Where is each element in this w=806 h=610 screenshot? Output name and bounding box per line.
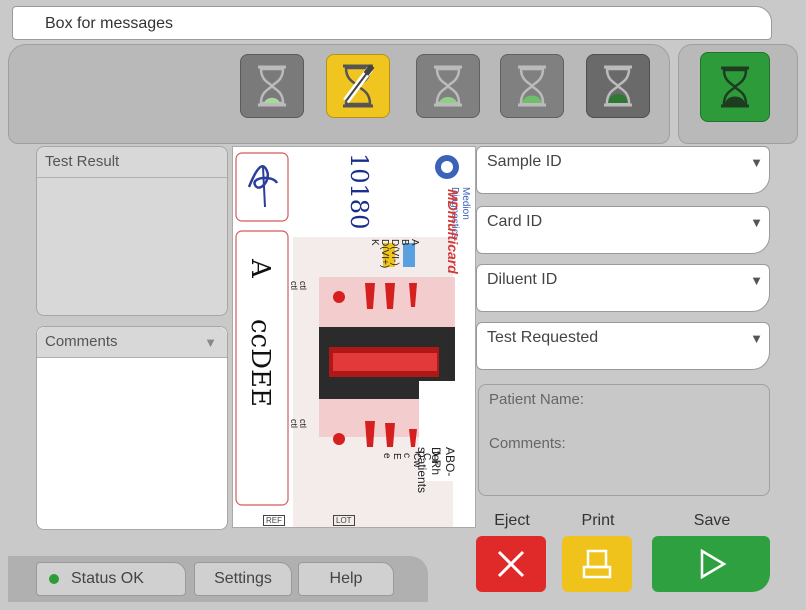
card-id-field[interactable]: Card ID ▼ bbox=[476, 206, 770, 254]
card-col-label: D(VI+) bbox=[379, 239, 390, 269]
card-col-label: E bbox=[391, 453, 402, 460]
test-card-image: 10180 Medion Diagnostics MDmulticard ABO… bbox=[232, 146, 476, 528]
hourglass-icon bbox=[518, 65, 546, 107]
status-label: Status OK bbox=[71, 570, 144, 587]
card-col-label: K bbox=[369, 239, 380, 246]
tab-help[interactable]: Help bbox=[298, 562, 394, 596]
card-ctl-label: ctl bbox=[289, 281, 299, 290]
hourglass-icon bbox=[721, 66, 749, 108]
card-number: 10180 bbox=[345, 153, 373, 230]
comments-title: Comments bbox=[45, 333, 118, 350]
card-phenotype: ccDEE bbox=[245, 319, 275, 407]
help-tab-label: Help bbox=[329, 570, 363, 587]
status-tab[interactable]: Status OK bbox=[36, 562, 186, 596]
printer-icon bbox=[582, 549, 612, 579]
chevron-down-icon[interactable]: ▼ bbox=[750, 155, 763, 170]
hourglass-icon bbox=[434, 65, 462, 107]
step-3-button[interactable] bbox=[416, 54, 480, 118]
step-6-button[interactable] bbox=[700, 52, 770, 122]
card-col-label: A bbox=[409, 239, 420, 246]
card-col-label: c bbox=[401, 453, 412, 458]
diluent-id-label: Diluent ID bbox=[487, 271, 558, 288]
eject-label: Eject bbox=[494, 512, 530, 529]
card-lot-label: LOT bbox=[333, 515, 355, 526]
card-ctl-label: ctl bbox=[289, 419, 299, 428]
info-comments-label: Comments: bbox=[489, 435, 566, 452]
pipette-hourglass-icon bbox=[343, 64, 375, 108]
message-box-label: Box for messages bbox=[45, 15, 174, 32]
card-col-label: Cw bbox=[411, 453, 422, 468]
card-ctl-bottom: ctl ctl bbox=[289, 419, 308, 428]
sample-id-label: Sample ID bbox=[487, 153, 562, 170]
test-result-title: Test Result bbox=[45, 153, 120, 170]
card-col-label: D(VI-) bbox=[389, 239, 400, 266]
chevron-down-icon[interactable]: ▼ bbox=[204, 335, 217, 350]
chevron-down-icon[interactable]: ▼ bbox=[750, 273, 763, 288]
card-col-label: e bbox=[381, 453, 392, 459]
print-button[interactable] bbox=[562, 536, 632, 592]
card-ref-label: REF bbox=[263, 515, 285, 526]
step-2-button[interactable] bbox=[326, 54, 390, 118]
patient-info-panel: Patient Name: Comments: bbox=[478, 384, 770, 496]
card-ctl-label: ctl bbox=[298, 419, 308, 428]
card-brand-line2: MDmulticard bbox=[445, 189, 461, 274]
card-top-columns: A B D(VI-) D(VI+) K bbox=[369, 239, 420, 269]
card-col-label: C bbox=[421, 453, 432, 461]
save-label: Save bbox=[693, 512, 731, 529]
hourglass-icon bbox=[604, 65, 632, 107]
message-box: Box for messages bbox=[12, 6, 772, 40]
save-button[interactable] bbox=[652, 536, 770, 592]
test-result-panel: Test Result bbox=[36, 146, 228, 316]
hourglass-icon bbox=[258, 65, 286, 107]
card-ctl-top: ctl ctl bbox=[289, 281, 308, 290]
play-icon bbox=[700, 548, 727, 580]
chevron-down-icon[interactable]: ▼ bbox=[750, 215, 763, 230]
tab-settings[interactable]: Settings bbox=[194, 562, 292, 596]
comments-panel[interactable]: Comments ▼ bbox=[36, 326, 228, 530]
test-requested-field[interactable]: Test Requested ▼ bbox=[476, 322, 770, 370]
settings-tab-label: Settings bbox=[214, 570, 272, 587]
card-col-label: B bbox=[399, 239, 410, 246]
status-dot-icon bbox=[49, 574, 59, 584]
eject-button[interactable] bbox=[476, 536, 546, 592]
sample-id-field[interactable]: Sample ID ▼ bbox=[476, 146, 770, 194]
step-1-button[interactable] bbox=[240, 54, 304, 118]
card-blood-group: A bbox=[245, 259, 275, 278]
step-4-button[interactable] bbox=[500, 54, 564, 118]
test-requested-label: Test Requested bbox=[487, 329, 599, 346]
step-5-button[interactable] bbox=[586, 54, 650, 118]
close-icon bbox=[497, 550, 525, 578]
card-ctl-label: ctl bbox=[298, 281, 308, 290]
print-label: Print bbox=[581, 512, 615, 529]
card-id-label: Card ID bbox=[487, 213, 543, 230]
diluent-id-field[interactable]: Diluent ID ▼ bbox=[476, 264, 770, 312]
chevron-down-icon[interactable]: ▼ bbox=[750, 331, 763, 346]
card-bottom-columns: C Cw c E e bbox=[381, 453, 432, 468]
patient-name-label: Patient Name: bbox=[489, 391, 585, 408]
